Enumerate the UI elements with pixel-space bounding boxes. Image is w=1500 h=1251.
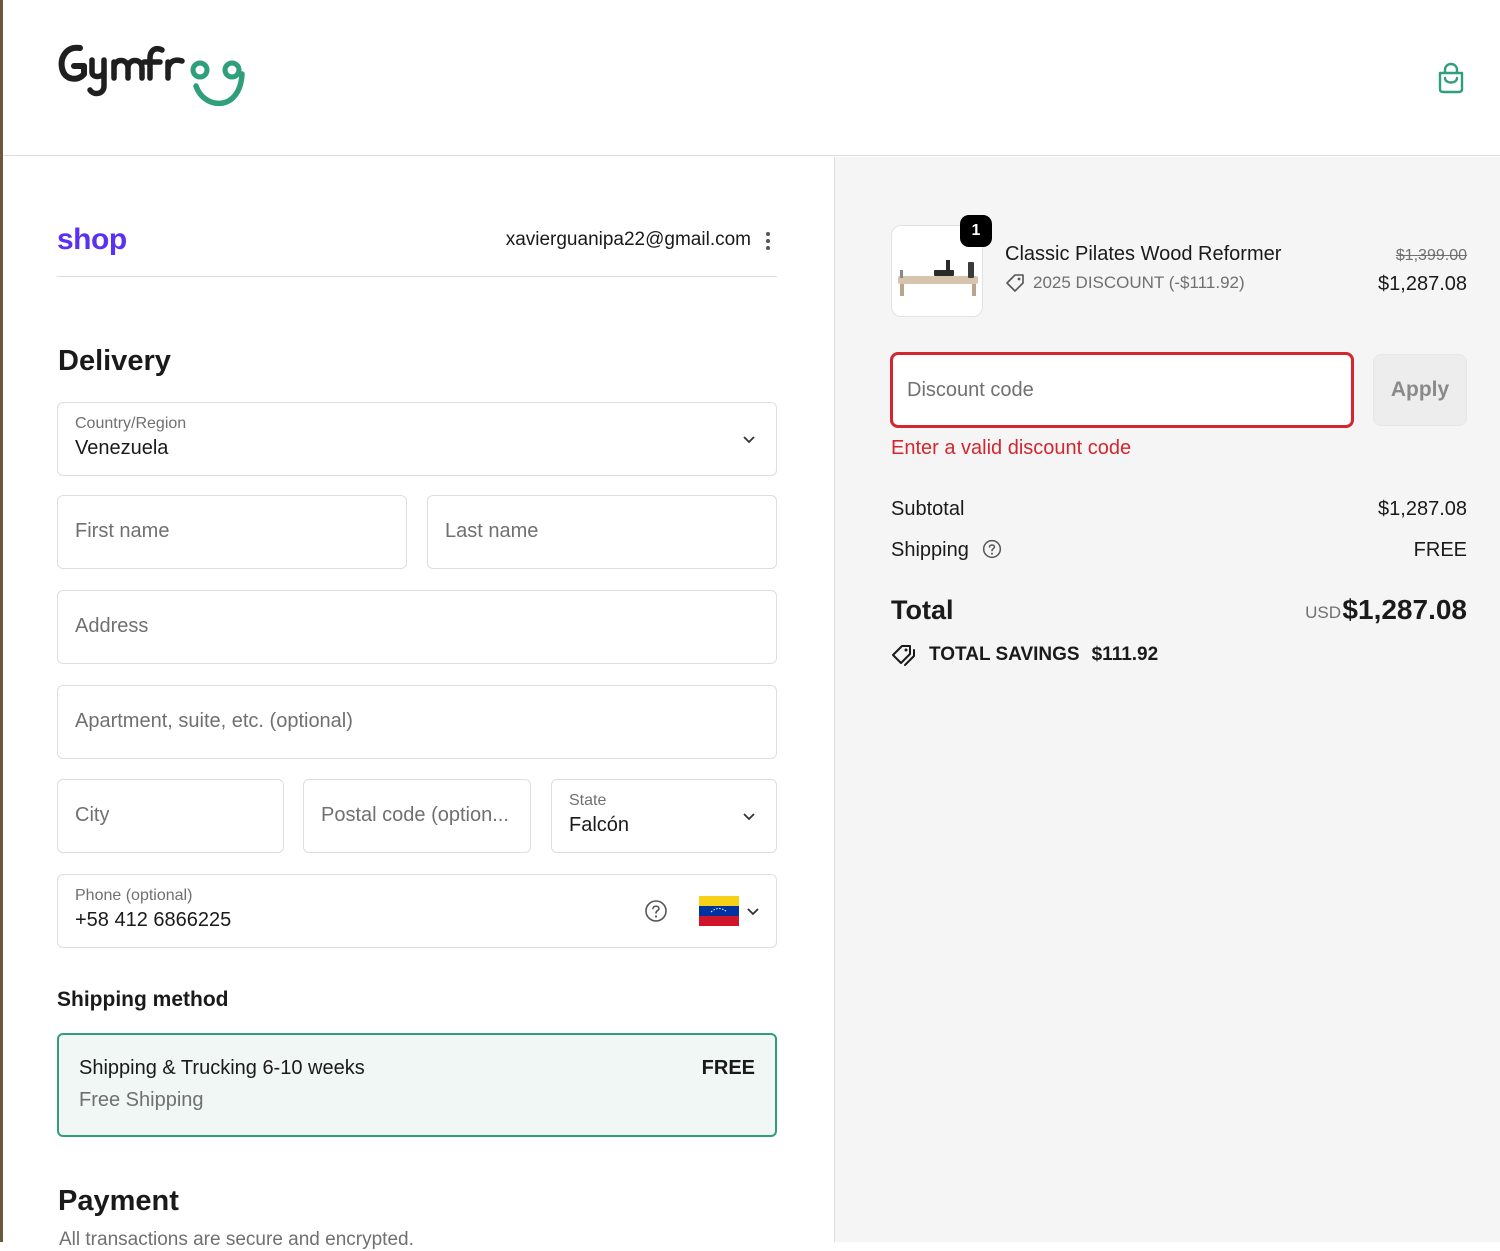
- country-value: Venezuela: [75, 437, 169, 459]
- chevron-down-icon: [743, 436, 755, 444]
- product-name: Classic Pilates Wood Reformer: [1005, 243, 1282, 265]
- cart-button[interactable]: [1433, 60, 1469, 96]
- apartment-field[interactable]: Apartment, suite, etc. (optional): [57, 685, 777, 759]
- shipping-summary-label: Shipping: [891, 539, 1002, 562]
- account-menu-icon[interactable]: [761, 229, 775, 253]
- last-name-placeholder: Last name: [445, 520, 539, 542]
- subtotal-value: $1,287.08: [1378, 498, 1467, 520]
- payment-note: All transactions are secure and encrypte…: [59, 1229, 414, 1250]
- address-placeholder: Address: [75, 615, 149, 637]
- shipping-option[interactable]: Shipping & Trucking 6-10 weeks Free Ship…: [57, 1033, 777, 1137]
- quantity-badge: 1: [960, 215, 992, 247]
- gymfrog-logo-mark: [58, 44, 245, 106]
- city-placeholder: City: [75, 804, 110, 826]
- first-name-placeholder: First name: [75, 520, 170, 542]
- state-label: State: [569, 792, 607, 809]
- country-label: Country/Region: [75, 415, 187, 432]
- total-savings-value: $111.92: [1091, 644, 1159, 665]
- country-select[interactable]: Country/Region Venezuela: [57, 402, 777, 476]
- total-savings: TOTAL SAVINGS $111.92: [891, 643, 1158, 667]
- discount-code-input[interactable]: [907, 355, 1337, 425]
- shopping-bag-icon: [1438, 62, 1464, 94]
- checkout-form: shop xavierguanipa22@gmail.com Delivery …: [3, 157, 834, 1250]
- total-currency: USD: [1305, 603, 1341, 622]
- shipping-option-price: FREE: [701, 1057, 755, 1079]
- payment-title: Payment: [58, 1185, 179, 1217]
- state-select[interactable]: State Falcón: [551, 779, 777, 853]
- order-summary: 1 Classic Pilates Wood Reformer 2025 DIS…: [834, 157, 1500, 1242]
- original-price: $1,399.00: [1395, 247, 1467, 264]
- shipping-value: FREE: [1413, 539, 1467, 561]
- shipping-method-title: Shipping method: [57, 988, 229, 1011]
- discount-code-field[interactable]: [890, 352, 1354, 428]
- shipping-option-name: Shipping & Trucking 6-10 weeks: [79, 1057, 365, 1079]
- shipping-label: Shipping: [891, 539, 969, 561]
- tag-icon: [1006, 274, 1024, 292]
- help-circle-icon[interactable]: [644, 899, 668, 923]
- address-field[interactable]: Address: [57, 590, 777, 664]
- shop-pay-logo[interactable]: shop: [57, 223, 127, 257]
- phone-label: Phone (optional): [75, 887, 193, 904]
- item-price: $1,287.08: [1378, 273, 1467, 295]
- chevron-down-icon: [743, 813, 755, 821]
- product-discount: 2025 DISCOUNT (-$111.92): [1005, 273, 1245, 293]
- venezuela-flag-icon[interactable]: [699, 896, 739, 926]
- help-circle-icon[interactable]: [982, 539, 1002, 559]
- apartment-placeholder: Apartment, suite, etc. (optional): [75, 710, 353, 732]
- discount-error-message: Enter a valid discount code: [891, 437, 1132, 459]
- phone-field[interactable]: Phone (optional) +58 412 6866225: [57, 874, 777, 948]
- tags-icon: [892, 645, 915, 666]
- subtotal-label: Subtotal: [891, 498, 965, 520]
- account-email: xavierguanipa22@gmail.com: [505, 229, 751, 250]
- gymfrog-logo[interactable]: [58, 38, 258, 118]
- total-label: Total: [891, 595, 954, 625]
- total-savings-label: TOTAL SAVINGS: [929, 644, 1080, 665]
- shop-pay-account: shop xavierguanipa22@gmail.com: [57, 223, 777, 277]
- shipping-option-description: Free Shipping: [79, 1089, 204, 1111]
- apply-discount-button[interactable]: Apply: [1373, 354, 1467, 426]
- phone-value: +58 412 6866225: [75, 909, 232, 931]
- last-name-field[interactable]: Last name: [427, 495, 777, 569]
- site-header: [3, 0, 1500, 156]
- city-field[interactable]: City: [57, 779, 284, 853]
- chevron-down-icon[interactable]: [746, 904, 760, 918]
- postal-code-placeholder: Postal code (option...: [321, 804, 509, 826]
- delivery-title: Delivery: [58, 345, 171, 377]
- state-value: Falcón: [569, 814, 630, 836]
- first-name-field[interactable]: First name: [57, 495, 407, 569]
- product-discount-text: 2025 DISCOUNT (-$111.92): [1033, 273, 1245, 292]
- postal-code-field[interactable]: Postal code (option...: [303, 779, 531, 853]
- total-value: $1,287.08: [1342, 594, 1467, 625]
